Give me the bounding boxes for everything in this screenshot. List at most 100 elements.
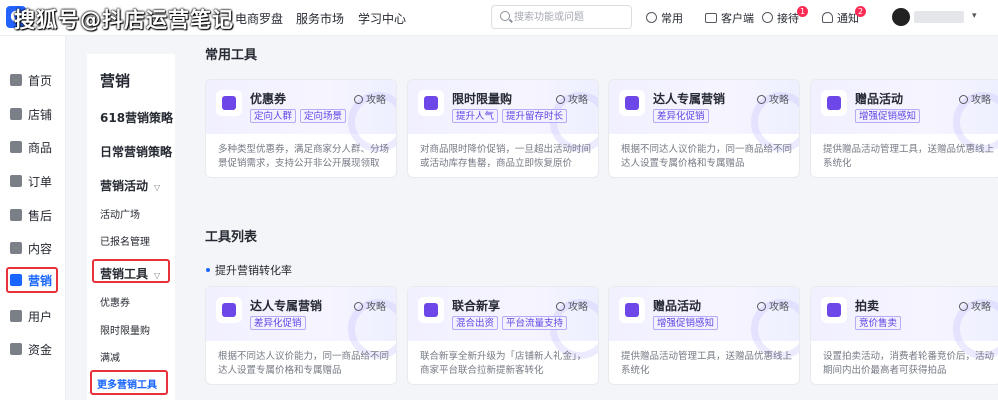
subnav-marketing-tools[interactable]: 营销工具 ▽: [100, 265, 160, 282]
chevron-down-icon[interactable]: ▾: [972, 11, 977, 21]
tool-name: 赠品活动: [653, 299, 702, 313]
order-icon: [10, 175, 22, 187]
tool-icon: [216, 297, 242, 323]
subnav-flash-sale[interactable]: 限时限量购: [100, 322, 150, 337]
subnav-daily-strategy[interactable]: 日常营销策略: [100, 143, 172, 160]
home-icon: [10, 74, 22, 86]
subnav-registered[interactable]: 已报名管理: [100, 233, 150, 248]
guide-label: 攻略: [366, 95, 386, 106]
tool-tags: 混合出资 平台流量支持: [452, 315, 571, 330]
search-input[interactable]: [514, 9, 626, 25]
left-nav: 首页 店铺 商品 订单 售后 内容 营销 用户 资金: [0, 36, 66, 400]
chevron-down-icon: ▽: [154, 271, 161, 280]
subnav-more-tools[interactable]: 更多营销工具: [97, 376, 157, 391]
guide-link[interactable]: 攻略: [556, 91, 588, 106]
tool-name: 达人专属营销: [250, 299, 323, 313]
tool-tag: 差异化促销: [653, 109, 709, 123]
watermark-text: 搜狐号@抖店运营笔记: [14, 8, 234, 32]
subnav-618-strategy[interactable]: 618营销策略: [100, 109, 173, 126]
guide-link[interactable]: 攻略: [556, 298, 588, 313]
guide-link[interactable]: 攻略: [959, 298, 991, 313]
funds-icon: [10, 343, 22, 355]
list-tool-card[interactable]: 联合新享 攻略 混合出资 平台流量支持 联合新享全新升级为「店铺新人礼金」，商家平台联合…: [407, 286, 599, 385]
nav-label: 营销: [28, 274, 53, 288]
help-circle-icon: [757, 95, 766, 104]
tool-description: 提供赠品活动管理工具，送赠品优惠线上系统化: [621, 351, 793, 376]
tool-tag: 增强促销感知: [855, 109, 921, 123]
chat-icon: [762, 12, 773, 23]
subnav-title: 营销: [100, 72, 131, 90]
nav-user[interactable]: 用户: [6, 303, 58, 329]
username-blurred[interactable]: [914, 11, 964, 23]
tool-icon: [821, 90, 847, 116]
nav-label: 用户: [28, 310, 53, 324]
help-circle-icon: [959, 302, 968, 311]
tool-name: 赠品活动: [855, 92, 904, 106]
reception-badge: 1: [797, 6, 808, 17]
aftersale-icon: [10, 209, 22, 221]
client-button[interactable]: 客户端: [705, 10, 754, 26]
search-icon: [500, 11, 510, 21]
tool-tag: 定向人群: [250, 109, 297, 123]
nav-label: 售后: [28, 209, 53, 223]
tool-tags: 竞价售卖: [855, 315, 905, 330]
nav-funds[interactable]: 资金: [6, 336, 58, 362]
list-tool-card[interactable]: 赠品活动 攻略 增强促销感知 提供赠品活动管理工具，送赠品优惠线上系统化: [608, 286, 800, 385]
common-button[interactable]: 常用: [646, 10, 683, 26]
guide-link[interactable]: 攻略: [757, 298, 789, 313]
nav-label: 内容: [28, 242, 53, 256]
subnav-full-reduction[interactable]: 满减: [100, 349, 120, 364]
tool-tag: 竞价售卖: [855, 316, 902, 330]
store-icon: [10, 108, 22, 120]
tool-description: 联合新享全新升级为「店铺新人礼金」，商家平台联合拉新提新客转化: [420, 351, 587, 376]
guide-link[interactable]: 攻略: [959, 91, 991, 106]
subnav-coupon[interactable]: 优惠券: [100, 294, 130, 309]
tool-description: 多种类型优惠券，满足商家分人群、分场景促销需求，支持公开非公开展现领取: [218, 144, 390, 169]
common-tool-card[interactable]: 达人专属营销 攻略 差异化促销 根据不同达人议价能力，同一商品给不同达人设置专属价格和…: [608, 79, 800, 178]
subsection-title: 提升营销转化率: [206, 262, 292, 278]
nav-home[interactable]: 首页: [6, 67, 58, 93]
guide-link[interactable]: 攻略: [757, 91, 789, 106]
tool-icon: [821, 297, 847, 323]
tool-tag: 平台流量支持: [502, 316, 568, 330]
help-circle-icon: [354, 302, 363, 311]
search-box[interactable]: [491, 5, 632, 29]
subnav-label: 营销活动: [100, 179, 149, 193]
nav-order[interactable]: 订单: [6, 168, 58, 194]
section-common-tools: 常用工具: [205, 48, 258, 63]
topnav-compass[interactable]: 电商罗盘: [235, 10, 283, 27]
tool-icon: [418, 90, 444, 116]
subnav-label: 营销工具: [100, 267, 149, 281]
reception-button[interactable]: 接待 1: [762, 6, 808, 26]
help-circle-icon: [556, 95, 565, 104]
top-bar: C 搜狐号@抖店运营笔记 电商罗盘 服务市场 学习中心 常用 客户端 接待 1 …: [0, 0, 998, 36]
tool-description: 根据不同达人议价能力，同一商品给不同达人设置专属价格和专属赠品: [218, 351, 390, 376]
tool-tags: 差异化促销: [250, 315, 310, 330]
common-tool-card[interactable]: 限时限量购 攻略 提升人气 提升留存时长 对商品限时降价促销，一旦超出活动时间或活动库存…: [407, 79, 599, 178]
nav-goods[interactable]: 商品: [6, 134, 58, 160]
marketing-icon: [10, 274, 22, 286]
nav-content[interactable]: 内容: [6, 235, 58, 261]
client-label: 客户端: [721, 12, 754, 25]
nav-marketing[interactable]: 营销: [6, 267, 58, 293]
subnav-activity-plaza[interactable]: 活动广场: [100, 206, 140, 221]
guide-label: 攻略: [769, 302, 789, 313]
notice-button[interactable]: 通知 2: [822, 6, 866, 26]
tool-icon: [216, 90, 242, 116]
section-tool-list: 工具列表: [205, 230, 258, 245]
guide-link[interactable]: 攻略: [354, 298, 386, 313]
nav-store[interactable]: 店铺: [6, 101, 58, 127]
common-tool-card[interactable]: 优惠券 攻略 定向人群 定向场景 多种类型优惠券，满足商家分人群、分场景促销需求，支持公…: [205, 79, 397, 178]
list-tool-card[interactable]: 拍卖 攻略 竞价售卖 设置拍卖活动，消费者轮番竞价后，活动期间内出价最高者可获得拍品: [810, 286, 998, 385]
tool-tag: 混合出资: [452, 316, 499, 330]
common-tool-card[interactable]: 赠品活动 攻略 增强促销感知 提供赠品活动管理工具，送赠品优惠线上系统化: [810, 79, 998, 178]
list-tool-card[interactable]: 达人专属营销 攻略差异化促销根据不同达人议价能力，同一商品给不同达人设置专属价格和…: [205, 286, 397, 385]
guide-link[interactable]: 攻略: [354, 91, 386, 106]
nav-aftersale[interactable]: 售后: [6, 202, 58, 228]
topnav-learning-center[interactable]: 学习中心: [358, 10, 406, 27]
tool-tag: 差异化促销: [250, 316, 306, 330]
bell-icon: [822, 12, 833, 23]
topnav-service-market[interactable]: 服务市场: [296, 10, 344, 27]
subnav-marketing-activity[interactable]: 营销活动 ▽: [100, 177, 160, 194]
avatar[interactable]: [892, 8, 910, 26]
